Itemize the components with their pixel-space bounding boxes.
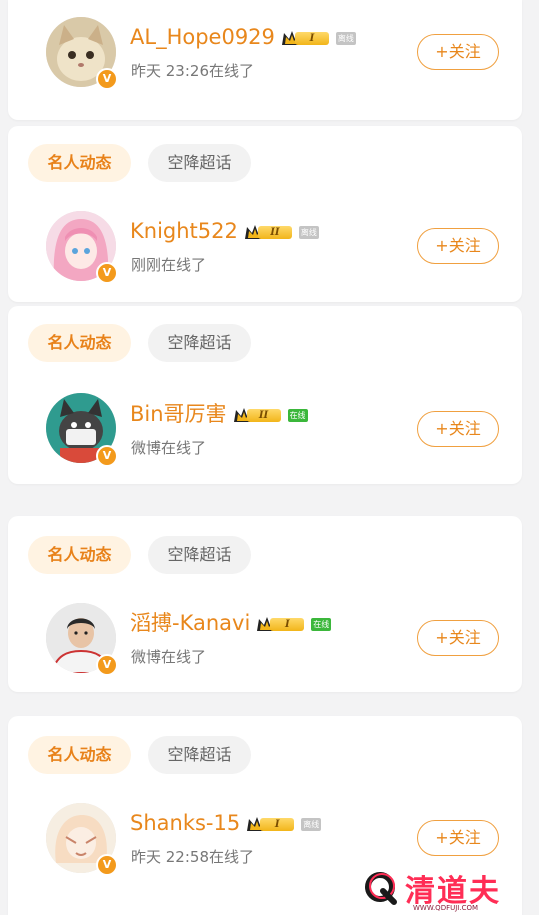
rank-badge-icon: II: [244, 223, 294, 241]
online-status: 昨天 22:58在线了: [131, 848, 254, 866]
presence-tag: 离线: [335, 31, 356, 45]
rank-badge-icon: I: [256, 615, 306, 633]
user-card-1: V AL_Hope0929 I 离线 昨天 23:26在线了 +关注: [8, 0, 522, 120]
topic-tag[interactable]: 空降超话: [148, 536, 251, 574]
user-row[interactable]: V 滔搏-Kanavi I 在线 微博在线了 +关注: [8, 596, 522, 686]
user-row[interactable]: V AL_Hope0929 I 离线 昨天 23:26在线了 +关注: [8, 10, 522, 100]
presence-tag: 离线: [301, 817, 322, 831]
celebrity-news-tag[interactable]: 名人动态: [28, 536, 131, 574]
online-status: 微博在线了: [131, 648, 207, 666]
user-row[interactable]: V Knight522 II 离线 刚刚在线了 +关注: [8, 204, 522, 294]
topic-tag[interactable]: 空降超话: [148, 736, 251, 774]
rank-badge-icon: II: [233, 406, 283, 424]
rank-badge-icon: I: [246, 815, 296, 833]
user-name[interactable]: AL_Hope0929 I 离线: [130, 24, 356, 50]
celebrity-news-tag[interactable]: 名人动态: [28, 144, 131, 182]
user-name[interactable]: Knight522 II 离线: [130, 218, 319, 244]
verified-badge-icon: V: [96, 854, 118, 876]
topic-tag[interactable]: 空降超话: [148, 144, 251, 182]
follow-button[interactable]: +关注: [417, 34, 499, 70]
verified-badge-icon: V: [96, 262, 118, 284]
watermark-url: WWW.QDFUJI.COM: [413, 904, 479, 912]
user-row[interactable]: V Bin哥厉害 II 在线 微博在线了 +关注: [8, 383, 522, 473]
user-card-3: 名人动态 空降超话 V Bin哥厉害 II 在线 微博在线了 +关注: [8, 306, 522, 484]
celebrity-news-tag[interactable]: 名人动态: [28, 736, 131, 774]
presence-tag: 在线: [311, 617, 332, 631]
user-name[interactable]: 滔搏-Kanavi I 在线: [130, 610, 332, 636]
online-status: 微博在线了: [131, 439, 207, 457]
presence-tag: 在线: [287, 408, 308, 422]
q-logo-icon: [365, 872, 397, 905]
verified-badge-icon: V: [96, 654, 118, 676]
follow-button[interactable]: +关注: [417, 411, 499, 447]
online-status: 昨天 23:26在线了: [131, 62, 254, 80]
topic-tag[interactable]: 空降超话: [148, 324, 251, 362]
user-name[interactable]: Shanks-15 I 离线: [130, 810, 322, 836]
follow-button[interactable]: +关注: [417, 820, 499, 856]
online-status: 刚刚在线了: [131, 256, 207, 274]
verified-badge-icon: V: [96, 68, 118, 90]
user-name[interactable]: Bin哥厉害 II 在线: [130, 401, 308, 427]
follow-button[interactable]: +关注: [417, 620, 499, 656]
user-card-2: 名人动态 空降超话 V Knight522 II 离线 刚刚在线了 +关注: [8, 126, 522, 302]
presence-tag: 离线: [298, 225, 319, 239]
user-card-4: 名人动态 空降超话 V 滔搏-Kanavi I 在线 微博在线了 +关注: [8, 516, 522, 692]
celebrity-news-tag[interactable]: 名人动态: [28, 324, 131, 362]
verified-badge-icon: V: [96, 445, 118, 467]
watermark-logo: 清道夫 WWW.QDFUJI.COM: [355, 864, 535, 912]
follow-button[interactable]: +关注: [417, 228, 499, 264]
rank-badge-icon: I: [281, 29, 331, 47]
